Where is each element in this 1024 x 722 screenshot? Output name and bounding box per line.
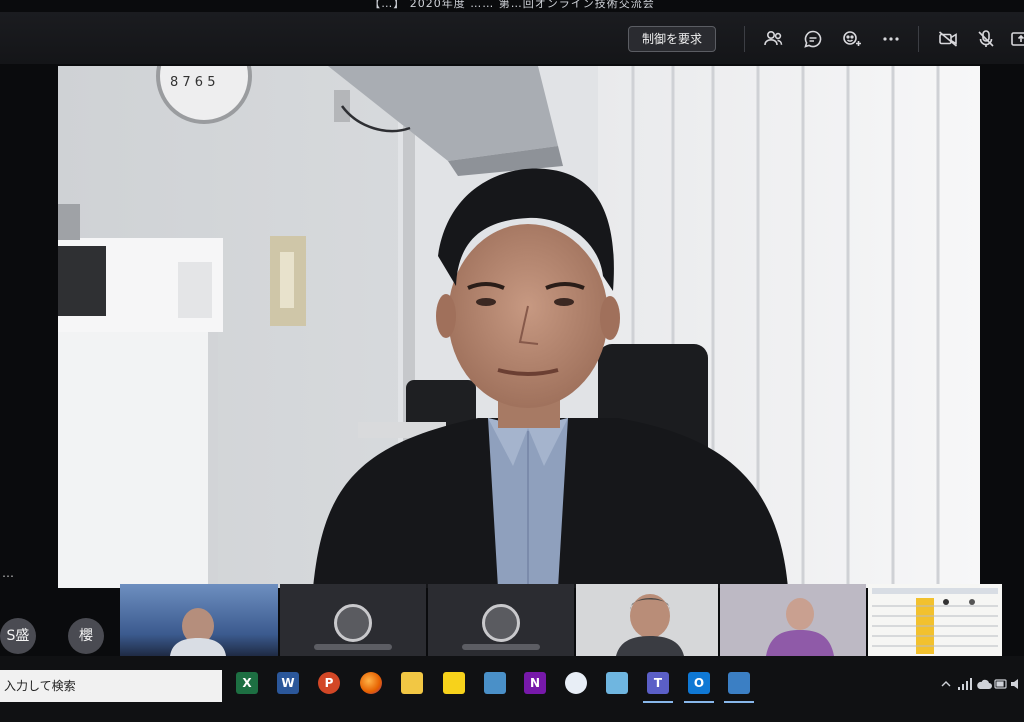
paint-icon[interactable] <box>565 672 587 694</box>
volume-icon[interactable] <box>1010 678 1024 692</box>
chat-icon[interactable] <box>802 28 824 50</box>
onenote-icon[interactable]: N <box>524 672 546 694</box>
taskbar-search-input[interactable]: 入力して検索 <box>0 670 222 702</box>
notepad-icon[interactable] <box>606 672 628 694</box>
participant-name-redacted <box>462 644 540 650</box>
file-explorer-icon[interactable] <box>401 672 423 694</box>
participant-tile[interactable] <box>428 584 574 656</box>
teams-icon[interactable]: T <box>643 672 673 703</box>
avatar[interactable]: 櫻 <box>68 618 104 654</box>
request-control-button[interactable]: 制御を要求 <box>628 26 716 52</box>
remote-desktop-icon[interactable] <box>724 672 754 703</box>
participant-avatar <box>334 604 372 642</box>
svg-text:8 7 6 5: 8 7 6 5 <box>170 75 215 90</box>
participant-tile[interactable] <box>120 584 278 656</box>
shared-screen-tile[interactable] <box>868 584 1002 656</box>
participant-tile[interactable] <box>720 584 866 656</box>
calculator-icon[interactable] <box>484 672 506 694</box>
share-icon[interactable] <box>1010 28 1024 50</box>
tray-chevron-icon[interactable] <box>940 678 952 692</box>
reactions-icon[interactable] <box>841 28 863 50</box>
participant-name-redacted <box>314 644 392 650</box>
word-icon[interactable]: W <box>277 672 299 694</box>
excel-icon[interactable]: X <box>236 672 258 694</box>
taskbar: 入力して検索 X W P N T O <box>0 656 1024 722</box>
toolbar-divider <box>744 26 745 52</box>
toolbar-divider <box>918 26 919 52</box>
meeting-toolbar: 制御を要求 <box>0 12 1024 64</box>
outlook-icon[interactable]: O <box>684 672 714 703</box>
participant-tile[interactable] <box>576 584 718 656</box>
firefox-icon[interactable] <box>360 672 382 694</box>
battery-icon[interactable] <box>994 678 1008 692</box>
participants-icon[interactable] <box>762 28 784 50</box>
onedrive-icon[interactable] <box>976 678 992 692</box>
more-participants-indicator[interactable]: … <box>2 566 15 580</box>
powerpoint-icon[interactable]: P <box>318 672 340 694</box>
sticky-notes-icon[interactable] <box>443 672 465 694</box>
mic-off-icon[interactable] <box>975 28 997 50</box>
participant-tile[interactable] <box>280 584 426 656</box>
window-title: 【…】 2020年度 …… 第…回オンライン技術交流会 <box>369 0 655 10</box>
avatar[interactable]: S盛 <box>0 618 36 654</box>
more-icon[interactable] <box>880 28 902 50</box>
participant-avatar <box>482 604 520 642</box>
main-video: 8 7 6 5 <box>58 66 980 588</box>
camera-off-icon[interactable] <box>937 28 959 50</box>
wifi-icon[interactable] <box>958 678 972 692</box>
